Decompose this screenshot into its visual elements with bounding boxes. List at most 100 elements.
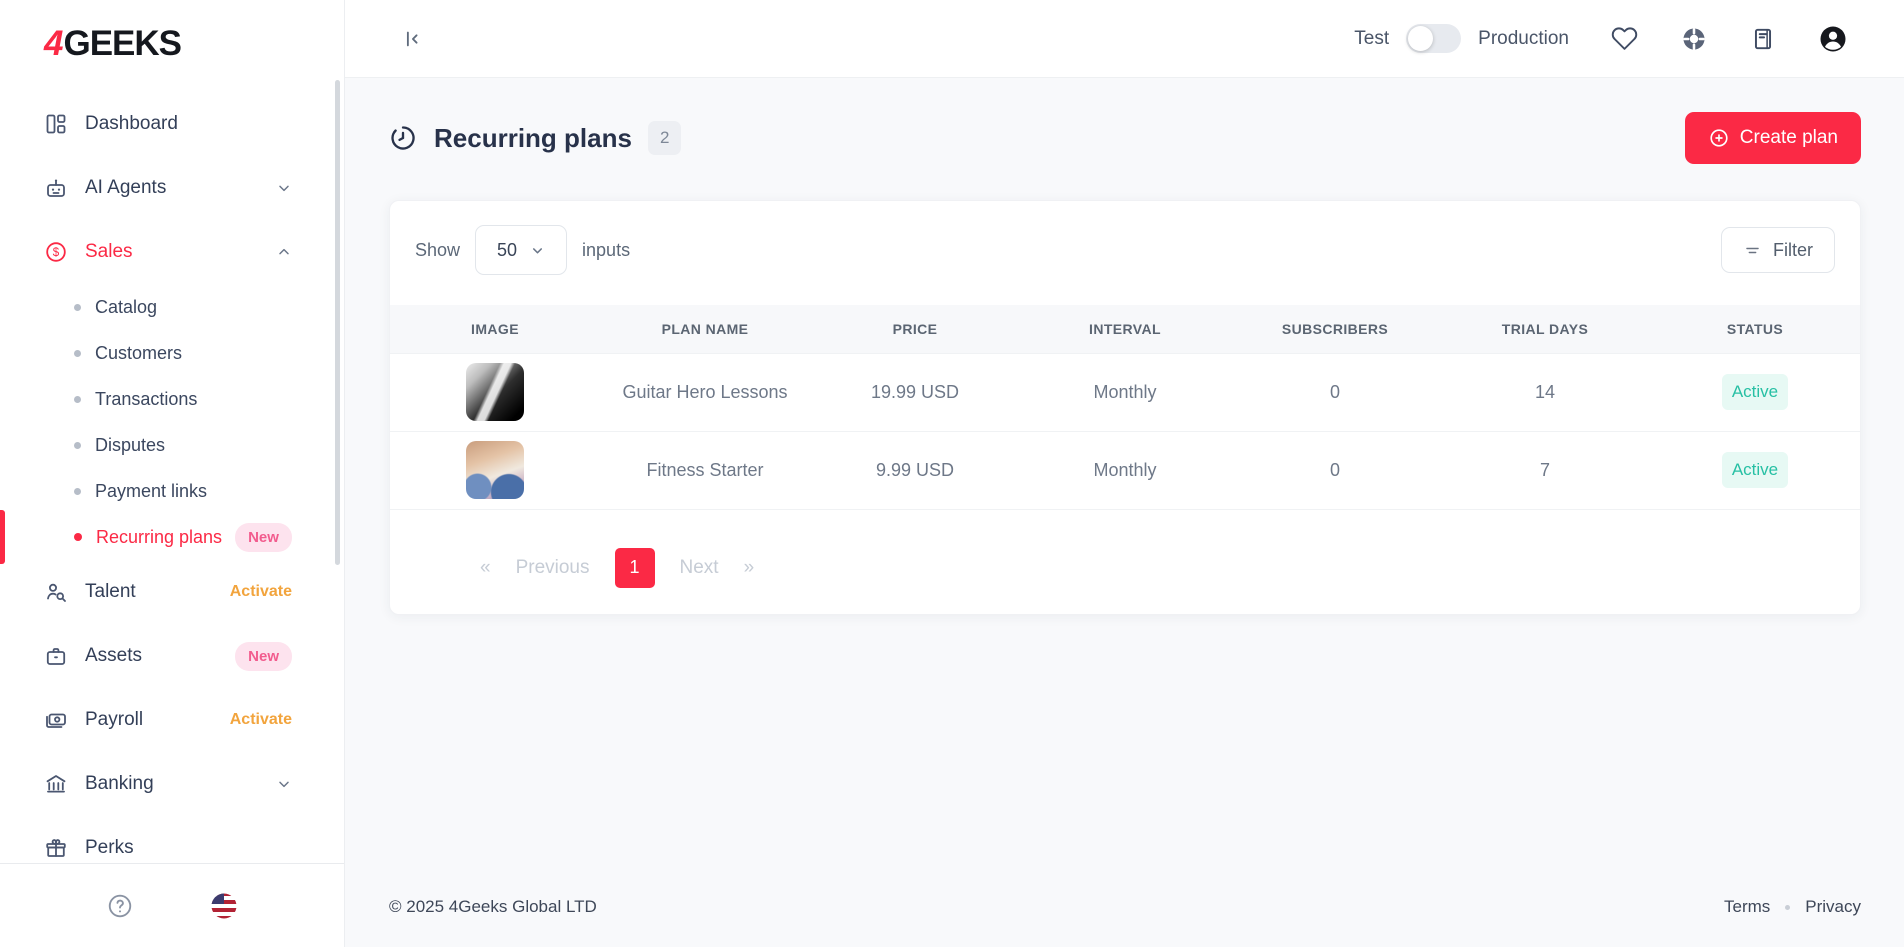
sidebar: 4GEEKS Dashboard AI Agents $ Sales [0,0,345,947]
chevron-up-icon [276,244,292,260]
sidebar-subitem-customers[interactable]: Customers [0,330,344,376]
page-footer: © 2025 4Geeks Global LTD Terms Privacy [389,877,1861,947]
sidebar-item-dashboard[interactable]: Dashboard [0,92,344,156]
activate-link[interactable]: Activate [230,583,292,601]
terms-link[interactable]: Terms [1724,897,1770,917]
sidebar-item-assets[interactable]: Assets New [0,624,344,688]
sidebar-item-banking[interactable]: Banking [0,752,344,816]
pagination: « Previous 1 Next » [480,548,1860,588]
sidebar-scrollbar[interactable] [335,80,340,565]
brand-logo-accent: 4 [44,24,62,63]
plan-image-guitar [466,363,524,421]
dot-separator [1785,905,1790,910]
account-avatar-icon[interactable] [1818,24,1848,54]
interval-cell: Monthly [1020,431,1230,509]
bullet-dot-icon [74,488,81,495]
brand-logo[interactable]: 4GEEKS [0,0,344,64]
pagination-current-page[interactable]: 1 [615,548,655,588]
pagination-next[interactable]: Next [680,557,719,579]
create-plan-button[interactable]: Create plan [1685,112,1861,164]
sidebar-item-label: Banking [85,773,154,795]
sidebar-subitem-label: Payment links [95,481,207,502]
collapse-sidebar-icon[interactable] [401,28,423,50]
pagination-first-arrow[interactable]: « [480,557,491,579]
sidebar-subitem-catalog[interactable]: Catalog [0,284,344,330]
brand-logo-text: GEEKS [63,24,181,63]
show-label: Show [415,240,460,261]
page-size-select[interactable]: 50 [475,225,567,275]
sidebar-item-ai-agents[interactable]: AI Agents [0,156,344,220]
main-area: Test Production Recurring plans [345,0,1904,947]
column-header-subscribers: SUBSCRIBERS [1230,305,1440,353]
filter-label: Filter [1773,240,1813,261]
footer-links: Terms Privacy [1724,897,1861,917]
privacy-link[interactable]: Privacy [1805,897,1861,917]
banknote-icon [44,708,68,732]
column-header-image: IMAGE [390,305,600,353]
table-controls: Show 50 inputs Filter [390,225,1860,275]
sidebar-item-label: Assets [85,645,142,667]
bullet-dot-icon [74,350,81,357]
plan-name-cell: Guitar Hero Lessons [600,353,810,431]
pagination-previous[interactable]: Previous [516,557,590,579]
sidebar-item-perks[interactable]: Perks [0,816,344,863]
sidebar-item-label: Sales [85,241,133,263]
new-badge: New [235,642,292,671]
column-header-price: PRICE [810,305,1020,353]
sidebar-footer [0,863,344,947]
support-lifebuoy-icon[interactable] [1680,25,1708,53]
sidebar-subitem-recurring-plans[interactable]: Recurring plans New [0,514,344,560]
sidebar-item-label: Talent [85,581,136,603]
language-us-flag-icon[interactable] [210,892,238,920]
column-header-plan-name: PLAN NAME [600,305,810,353]
create-plan-label: Create plan [1740,127,1838,149]
sidebar-nav: Dashboard AI Agents $ Sales Catalog [0,92,344,863]
dollar-circle-icon: $ [44,240,68,264]
gift-icon [44,836,68,860]
trial-days-cell: 14 [1440,353,1650,431]
plan-image-fitness [466,441,524,499]
environment-toggle-group: Test Production [1354,24,1569,53]
sidebar-item-label: Payroll [85,709,143,731]
sidebar-item-sales[interactable]: $ Sales [0,220,344,284]
status-badge: Active [1722,452,1788,488]
svg-text:$: $ [53,247,60,259]
bank-icon [44,772,68,796]
sidebar-subitem-disputes[interactable]: Disputes [0,422,344,468]
sidebar-item-label: AI Agents [85,177,166,199]
filter-button[interactable]: Filter [1721,227,1835,273]
copyright-text: © 2025 4Geeks Global LTD [389,897,597,917]
production-label: Production [1478,28,1569,50]
favorites-heart-icon[interactable] [1611,25,1638,52]
recurring-clock-icon [389,124,417,152]
topbar-right: Test Production [1354,24,1848,54]
column-header-interval: INTERVAL [1020,305,1230,353]
column-header-trial-days: TRIAL DAYS [1440,305,1650,353]
sidebar-item-label: Dashboard [85,113,178,135]
column-header-status: STATUS [1650,305,1860,353]
sidebar-subitem-payment-links[interactable]: Payment links [0,468,344,514]
sidebar-item-talent[interactable]: Talent Activate [0,560,344,624]
activate-link[interactable]: Activate [230,711,292,729]
help-icon[interactable] [106,892,134,920]
dashboard-icon [44,112,68,136]
page-header: Recurring plans 2 Create plan [389,112,1861,164]
table-row[interactable]: Guitar Hero Lessons 19.99 USD Monthly 0 … [390,353,1860,431]
pagination-last-arrow[interactable]: » [744,557,755,579]
robot-icon [44,176,68,200]
docs-journal-icon[interactable] [1750,26,1776,52]
sidebar-item-label: Perks [85,837,134,859]
environment-toggle[interactable] [1406,24,1461,53]
chevron-down-icon [276,776,292,792]
topbar: Test Production [345,0,1904,78]
plus-circle-icon [1708,127,1730,149]
bullet-dot-icon [74,533,82,541]
test-label: Test [1354,28,1389,50]
table-row[interactable]: Fitness Starter 9.99 USD Monthly 0 7 Act… [390,431,1860,509]
bullet-dot-icon [74,442,81,449]
sidebar-item-payroll[interactable]: Payroll Activate [0,688,344,752]
plans-table: IMAGE PLAN NAME PRICE INTERVAL SUBSCRIBE… [390,305,1860,510]
table-header-row: IMAGE PLAN NAME PRICE INTERVAL SUBSCRIBE… [390,305,1860,353]
page-title: Recurring plans [434,123,632,154]
sidebar-subitem-transactions[interactable]: Transactions [0,376,344,422]
